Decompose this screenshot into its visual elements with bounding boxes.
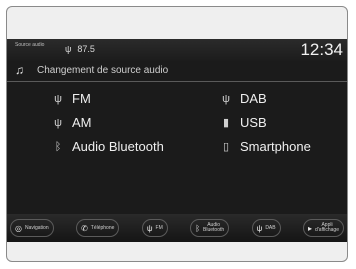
- button-label: Appli d'affichage: [315, 223, 339, 233]
- source-label: DAB: [240, 91, 267, 106]
- usb-icon: ▮: [222, 117, 230, 129]
- phone-button[interactable]: ✆ Téléphone: [76, 219, 120, 237]
- apps-button[interactable]: ▸ Appli d'affichage: [303, 219, 344, 237]
- antenna-icon: ψ: [222, 92, 230, 105]
- apps-icon: ▸: [308, 223, 313, 233]
- bluetooth-icon: ᛒ: [195, 223, 201, 233]
- clock: 12:34: [300, 40, 343, 59]
- antenna-icon: ψ: [65, 44, 72, 54]
- source-am[interactable]: ψ AM: [51, 115, 92, 130]
- music-note-icon: ♫: [15, 63, 24, 77]
- bottom-bar: ◎ Navigation ✆ Téléphone ψ FM ᛒ Audio Blu…: [7, 214, 347, 242]
- source-label: AM: [72, 115, 92, 130]
- phone-icon: ✆: [81, 223, 88, 233]
- source-usb[interactable]: ▮ USB: [219, 115, 267, 130]
- source-bluetooth[interactable]: ᛒ Audio Bluetooth: [51, 139, 164, 154]
- label-line: Bluetooth: [203, 227, 225, 233]
- button-label: Téléphone: [90, 225, 115, 231]
- header: ♫ Changement de source audio: [7, 63, 347, 82]
- antenna-icon: ψ: [146, 223, 153, 233]
- status-bar: Source audio ψ 87.5 12:34: [7, 39, 347, 61]
- audio-screen: Source audio ψ 87.5 12:34 ♫ Changement de…: [7, 39, 347, 242]
- button-label: Audio Bluetooth: [203, 223, 224, 233]
- frequency-value: 87.5: [77, 44, 95, 54]
- smartphone-icon: ▯: [222, 141, 230, 153]
- button-label: DAB: [265, 225, 276, 231]
- page-title: Changement de source audio: [37, 65, 169, 76]
- antenna-icon: ψ: [256, 223, 263, 233]
- navigation-button[interactable]: ◎ Navigation: [10, 219, 54, 237]
- frequency-display: ψ 87.5: [65, 44, 95, 54]
- button-label: Navigation: [24, 225, 49, 231]
- bluetooth-icon: ᛒ: [54, 140, 62, 153]
- bluetooth-button[interactable]: ᛒ Audio Bluetooth: [190, 219, 230, 237]
- source-smartphone[interactable]: ▯ Smartphone: [219, 139, 311, 154]
- source-label: FM: [72, 91, 91, 106]
- antenna-icon: ψ: [54, 92, 62, 105]
- navigation-icon: ◎: [15, 223, 22, 233]
- button-label: FM: [155, 225, 163, 231]
- label-line: d'affichage: [315, 227, 339, 233]
- source-label: USB: [240, 115, 267, 130]
- source-label: Audio Bluetooth: [72, 139, 164, 154]
- dab-button[interactable]: ψ DAB: [251, 219, 281, 237]
- source-label: Smartphone: [240, 139, 311, 154]
- source-fm[interactable]: ψ FM: [51, 91, 91, 106]
- source-dab[interactable]: ψ DAB: [219, 91, 267, 106]
- source-button[interactable]: Source audio: [15, 42, 51, 48]
- antenna-icon: ψ: [54, 116, 62, 129]
- fm-button[interactable]: ψ FM: [141, 219, 168, 237]
